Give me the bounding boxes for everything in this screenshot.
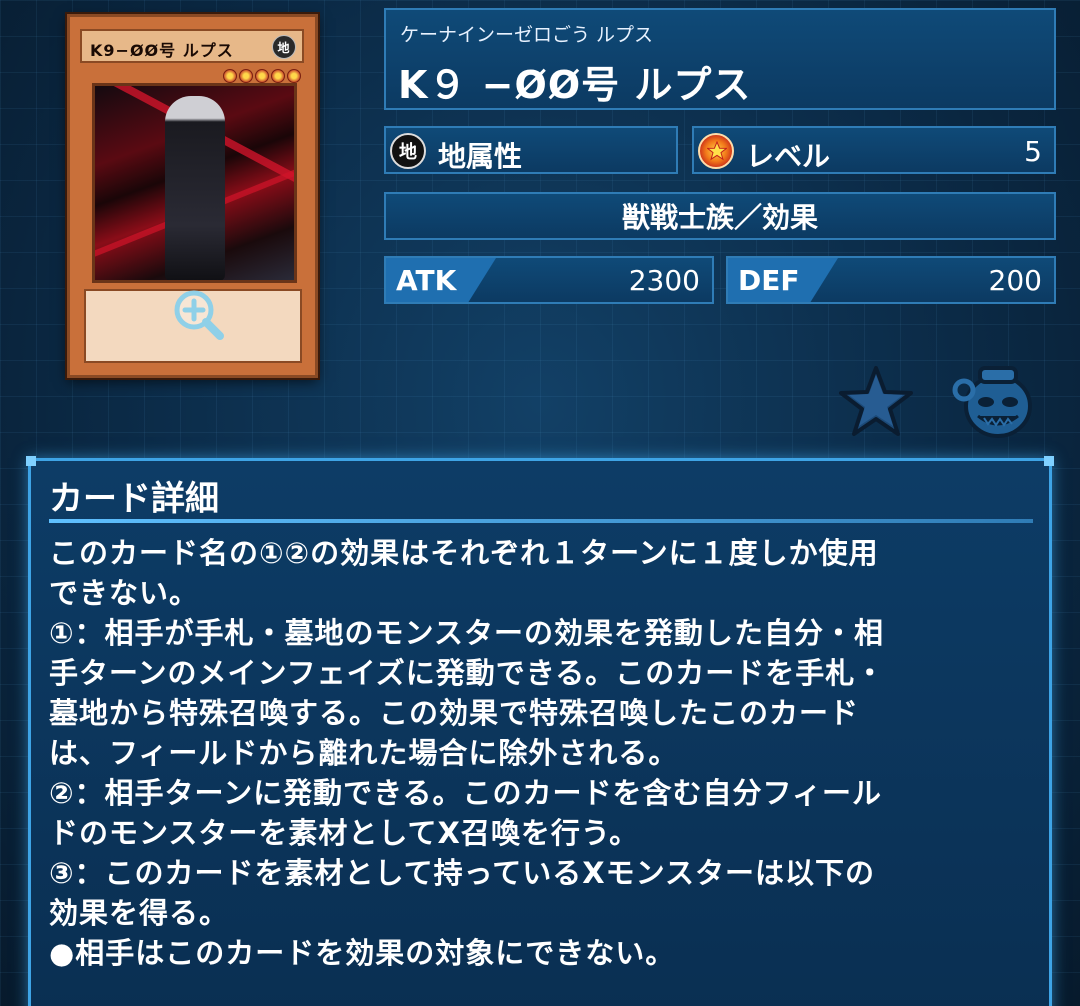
card-name: K９ −ØØ号 ルプス — [398, 63, 752, 107]
level-label: レベル — [746, 140, 831, 173]
card-name-ruby: ケーナインーゼロごう ルプス — [400, 24, 654, 46]
earth-attribute-icon: 地 — [390, 133, 426, 169]
effect-line: このカード名の①②の効果はそれぞれ１ターンに１度しか使用 — [49, 536, 879, 570]
type-panel: 獣戦士族／効果 — [384, 192, 1056, 240]
card-artwork — [92, 83, 297, 283]
level-panel: レベル 5 — [692, 126, 1056, 174]
card-effect-text: このカード名の①②の効果はそれぞれ１ターンに１度しか使用 できない。 ①：相手が… — [49, 533, 1039, 973]
card-detail-panel[interactable]: カード詳細 このカード名の①②の効果はそれぞれ１ターンに１度しか使用 できない。… — [26, 456, 1054, 1006]
atk-label: ATK — [396, 264, 457, 297]
card-level-star — [223, 69, 237, 83]
effect-line: は、フィールドから離れた場合に除外される。 — [49, 736, 679, 770]
effect-line: ドのモンスターを素材としてX召喚を行う。 — [49, 816, 640, 850]
effect-line: 手ターンのメインフェイズに発動できる。このカードを手札・ — [49, 656, 886, 690]
card-image-attribute-icon: 地 — [272, 35, 296, 59]
card-level-star — [271, 69, 285, 83]
level-star-icon — [698, 133, 734, 169]
star-icon[interactable] — [838, 365, 914, 437]
art-figure — [165, 96, 225, 280]
effect-line: できない。 — [49, 576, 200, 610]
effect-line: ③：このカードを素材として持っているXモンスターは以下の — [49, 856, 876, 890]
level-value: 5 — [1024, 135, 1042, 168]
atk-panel: ATK 2300 — [384, 256, 714, 304]
pot-of-greed-icon[interactable] — [950, 362, 1040, 442]
detail-title: カード詳細 — [49, 479, 219, 519]
effect-line: ②：相手ターンに発動できる。このカードを含む自分フィール — [49, 776, 882, 810]
monster-type: 獣戦士族／効果 — [621, 201, 818, 234]
zoom-icon[interactable] — [170, 286, 226, 342]
panel-corner — [26, 456, 36, 466]
card-image-level-stars — [223, 69, 301, 83]
card-image-namebar: K9−ØØ号 ルプス 地 — [80, 29, 304, 63]
level-star-glyph — [707, 141, 727, 161]
def-value: 200 — [988, 264, 1042, 297]
effect-line: ●相手はこのカードを効果の対象にできない。 — [49, 936, 676, 970]
card-level-star — [287, 69, 301, 83]
card-image-name: K9−ØØ号 ルプス — [90, 41, 234, 60]
attribute-panel: 地 地属性 — [384, 126, 678, 174]
attribute-label: 地属性 — [438, 140, 523, 173]
def-panel: DEF 200 — [726, 256, 1056, 304]
effect-line: 効果を得る。 — [49, 896, 230, 930]
card-name-panel: ケーナインーゼロごう ルプス K９ −ØØ号 ルプス — [384, 8, 1056, 110]
card-level-star — [255, 69, 269, 83]
detail-divider — [49, 519, 1033, 523]
def-label: DEF — [738, 264, 800, 297]
effect-line: ①：相手が手札・墓地のモンスターの効果を発動した自分・相 — [49, 616, 884, 650]
atk-value: 2300 — [628, 264, 700, 297]
card-level-star — [239, 69, 253, 83]
effect-line: 墓地から特殊召喚する。この効果で特殊召喚したこのカード — [49, 696, 860, 730]
panel-corner — [1044, 456, 1054, 466]
